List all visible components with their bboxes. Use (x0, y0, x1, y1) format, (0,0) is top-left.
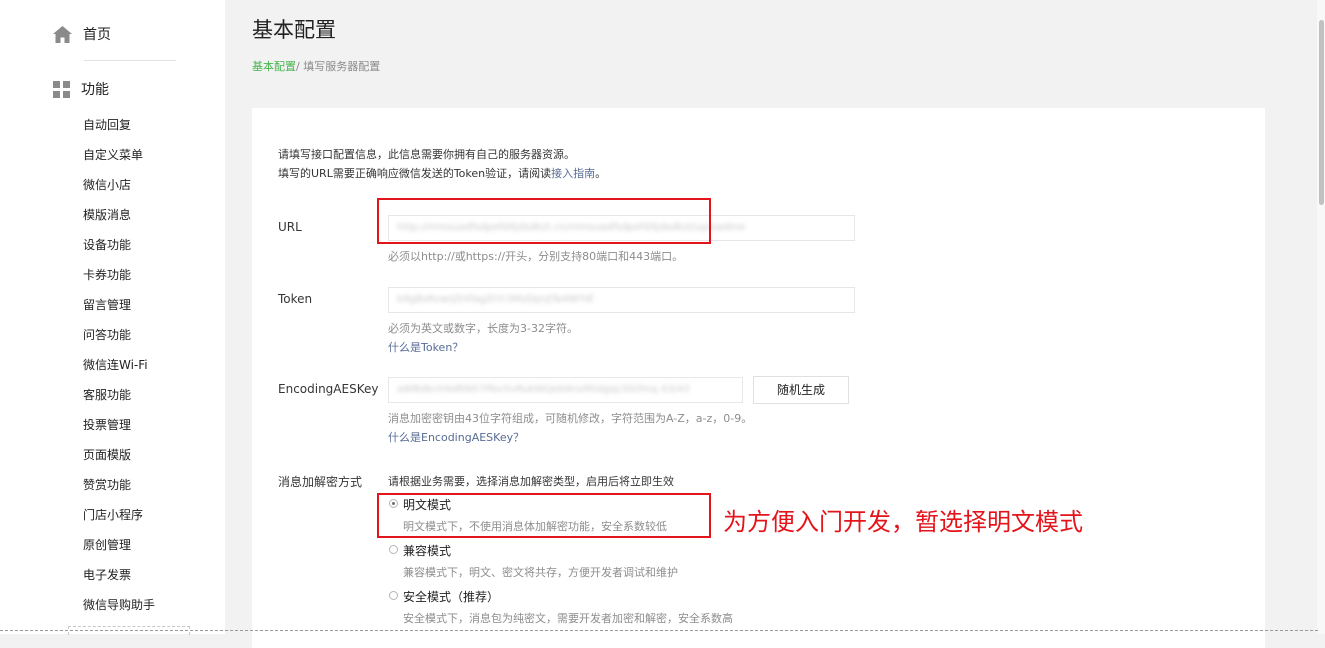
aes-key-tip: 消息加密密钥由43位字符组成，可随机修改，字符范围为A-Z，a-z，0-9。 (388, 412, 753, 425)
plaintext-highlight-box (377, 493, 711, 538)
sidebar-item-e-invoice[interactable]: 电子发票 (83, 566, 131, 583)
page-scrollbar[interactable] (1317, 0, 1325, 634)
sidebar-section-functions[interactable]: 功能 (53, 79, 109, 99)
intro-line-2-suffix: 。 (595, 167, 607, 180)
radio-compatible-mode[interactable] (389, 545, 398, 554)
url-tip: 必须以http://或https://开头，分别支持80端口和443端口。 (388, 250, 684, 263)
sidebar-item-page-template[interactable]: 页面模版 (83, 446, 131, 463)
breadcrumb-home-link[interactable]: 基本配置 (252, 60, 296, 73)
sidebar-item-coupons[interactable]: 卡券功能 (83, 266, 131, 283)
sidebar-item-device[interactable]: 设备功能 (83, 236, 131, 253)
token-input-value: k9gBsRxwQ5XfagZtYr3MzDpUjTa4NFhE (397, 294, 594, 305)
aes-key-label: EncodingAESKey (278, 382, 379, 396)
breadcrumb: 基本配置/ 填写服务器配置 (252, 58, 380, 74)
url-label: URL (278, 220, 302, 234)
scrollbar-thumb[interactable] (1319, 20, 1324, 205)
aes-key-input[interactable]: aWBdkcH4dRN57PbvXvRukWQeb9nxRhdgqz3iGfmq… (388, 377, 743, 403)
radio-secure-mode[interactable] (389, 591, 398, 600)
sidebar-item-voting[interactable]: 投票管理 (83, 416, 131, 433)
url-highlight-box (377, 198, 711, 244)
sidebar-item-store-miniprogram[interactable]: 门店小程序 (83, 506, 143, 523)
token-tip: 必须为英文或数字，长度为3-32字符。 (388, 322, 578, 335)
compatible-mode-label[interactable]: 兼容模式 (403, 542, 451, 559)
sidebar-item-wifi[interactable]: 微信连Wi-Fi (83, 356, 148, 373)
secure-mode-desc: 安全模式下，消息包为纯密文，需要开发者加密和解密，安全系数高 (403, 612, 733, 625)
sidebar-item-template-message[interactable]: 模版消息 (83, 206, 131, 223)
annotation-text: 为方便入门开发，暂选择明文模式 (723, 508, 1083, 536)
home-icon (53, 25, 72, 43)
sidebar-home-label: 首页 (83, 27, 111, 43)
token-label: Token (278, 292, 313, 306)
random-generate-button[interactable]: 随机生成 (753, 376, 849, 404)
sidebar-item-comments[interactable]: 留言管理 (83, 296, 131, 313)
sidebar-functions-label: 功能 (81, 82, 109, 98)
intro-line-1: 请填写接口配置信息，此信息需要你拥有自己的服务器资源。 (278, 148, 575, 161)
sidebar-item-auto-reply[interactable]: 自动回复 (83, 116, 131, 133)
sidebar-item-wechat-store[interactable]: 微信小店 (83, 176, 131, 193)
grid-icon (53, 80, 70, 98)
sidebar-item-qa[interactable]: 问答功能 (83, 326, 131, 343)
sidebar-item-customer-service[interactable]: 客服功能 (83, 386, 131, 403)
token-input[interactable]: k9gBsRxwQ5XfagZtYr3MzDpUjTa4NFhE (388, 287, 855, 313)
sidebar-item-reward[interactable]: 赞赏功能 (83, 476, 131, 493)
sidebar-item-custom-menu[interactable]: 自定义菜单 (83, 146, 143, 163)
page-title: 基本配置 (252, 18, 336, 42)
what-is-aes-key-link[interactable]: 什么是EncodingAESKey？ (388, 429, 524, 445)
sidebar-divider (84, 60, 176, 61)
compatible-mode-desc: 兼容模式下，明文、密文将共存，方便开发者调试和维护 (403, 566, 678, 579)
sidebar: 首页 功能 自动回复 自定义菜单 微信小店 模版消息 设备功能 卡券功能 留言管… (0, 0, 225, 635)
intro-line-2: 填写的URL需要正确响应微信发送的Token验证，请阅读接入指南。 (278, 165, 606, 181)
what-is-token-link[interactable]: 什么是Token？ (388, 339, 463, 355)
aes-key-input-value: aWBdkcH4dRN57PbvXvRukWQeb9nxRhdgqz3iGfmq… (397, 384, 690, 395)
encrypt-mode-label: 消息加解密方式 (278, 475, 363, 489)
breadcrumb-current: / 填写服务器配置 (296, 60, 381, 73)
bottom-dashed-line (0, 630, 1318, 631)
access-guide-link[interactable]: 接入指南 (551, 167, 595, 180)
secure-mode-label[interactable]: 安全模式（推荐） (403, 588, 499, 605)
sidebar-item-shopping-assistant[interactable]: 微信导购助手 (83, 596, 155, 613)
sidebar-item-original[interactable]: 原创管理 (83, 536, 131, 553)
sidebar-item-home[interactable]: 首页 (53, 24, 111, 44)
intro-line-2-prefix: 填写的URL需要正确响应微信发送的Token验证，请阅读 (278, 167, 552, 180)
encrypt-mode-tip: 请根据业务需要，选择消息加解密类型，启用后将立即生效 (388, 475, 674, 488)
